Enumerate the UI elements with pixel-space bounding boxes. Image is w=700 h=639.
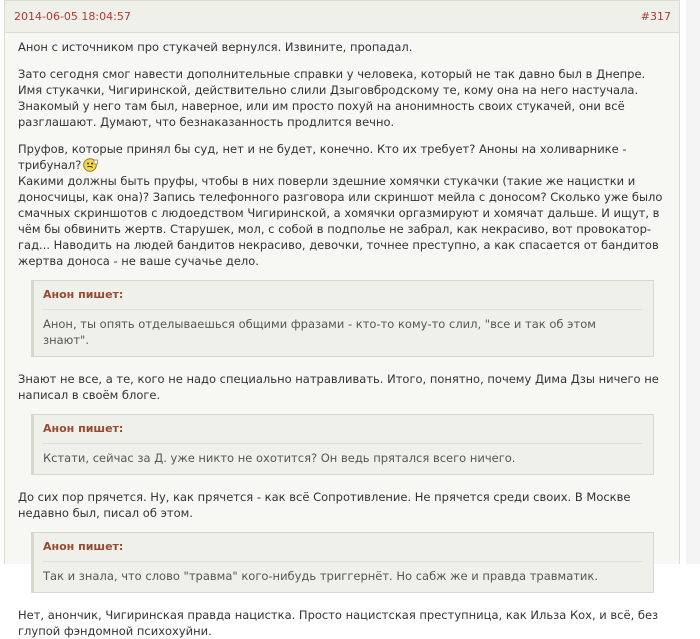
quote-text: Так и знала, что слово "травма" кого-ниб… xyxy=(43,569,599,583)
post-number-link[interactable]: #317 xyxy=(641,10,671,23)
post: 2014-06-05 18:04:57 #317 Анон с источник… xyxy=(4,0,680,638)
quote-block: Анон пишет: Так и знала, что слово "трав… xyxy=(31,532,654,593)
quote-author: Анон пишет: xyxy=(43,539,643,562)
post-paragraph: Пруфов, которые принял бы суд, нет и не … xyxy=(18,141,666,269)
scrollbar-track[interactable] xyxy=(686,0,700,564)
quote-author: Анон пишет: xyxy=(43,287,643,310)
post-paragraph: Анон с источником про стукачей вернулся.… xyxy=(18,40,413,54)
quote-block: Анон пишет: Анон, ты опять отделываешься… xyxy=(31,280,654,357)
post-body: Анон с источником про стукачей вернулся.… xyxy=(5,33,679,639)
post-date: 2014-06-05 18:04:57 xyxy=(14,10,131,23)
post-paragraph: Знают не все, а те, кого не надо специал… xyxy=(18,372,659,402)
post-paragraph: Нет, анончик, Чигиринская правда нацистк… xyxy=(18,608,659,638)
quote-text: Кстати, сейчас за Д. уже никто не охотит… xyxy=(43,451,516,465)
quote-block: Анон пишет: Кстати, сейчас за Д. уже ник… xyxy=(31,414,654,475)
post-paragraph: До сих пор прячется. Ну, как прячется - … xyxy=(18,490,631,520)
smiley-icon xyxy=(83,158,99,172)
post-paragraph-text: Пруфов, которые принял бы суд, нет и не … xyxy=(18,142,627,172)
quote-author: Анон пишет: xyxy=(43,421,643,444)
post-paragraph: Зато сегодня смог навести дополнительные… xyxy=(18,67,646,129)
post-paragraph-text: Какими должны быть пруфы, чтобы в них по… xyxy=(18,174,663,268)
post-header: 2014-06-05 18:04:57 #317 xyxy=(5,0,679,33)
quote-text: Анон, ты опять отделываешься общими фраз… xyxy=(43,317,596,347)
